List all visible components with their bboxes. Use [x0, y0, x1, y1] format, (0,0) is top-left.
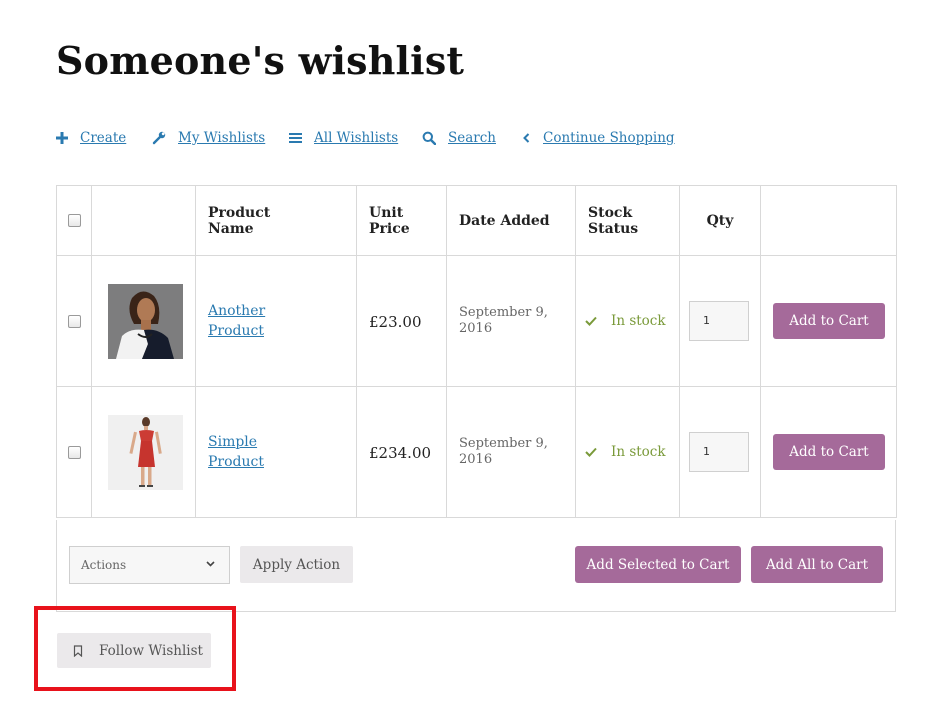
nav-search-link[interactable]: Search: [448, 130, 496, 146]
stock-status: In stock: [576, 444, 679, 460]
row-checkbox[interactable]: [67, 314, 81, 328]
wishlist-table: Product Name Unit Price Date Added Stock…: [56, 185, 897, 518]
wrench-icon: [152, 131, 166, 145]
product-name-cell: Simple Product: [195, 386, 357, 518]
actions-header: [760, 185, 897, 256]
table-row: Simple Product £234.00 September 9, 2016…: [56, 386, 897, 518]
product-thumbnail-image[interactable]: [108, 283, 183, 359]
stock-status-text: In stock: [611, 444, 666, 460]
quantity-input[interactable]: 1: [689, 301, 749, 341]
checkmark-icon: [585, 447, 597, 457]
quantity-input[interactable]: 1: [689, 432, 749, 472]
nav-continue-shopping-link[interactable]: Continue Shopping: [543, 130, 675, 146]
qty-cell: 1: [679, 255, 761, 387]
search-icon: [422, 131, 436, 145]
product-thumbnail-image[interactable]: [108, 414, 183, 490]
row-select-cell: [56, 255, 92, 387]
nav-all-wishlists-link[interactable]: All Wishlists: [314, 130, 398, 146]
nav-search[interactable]: Search: [422, 130, 496, 146]
chevron-left-icon: [523, 133, 530, 143]
stock-status-text: In stock: [611, 313, 666, 329]
nav-all-wishlists[interactable]: All Wishlists: [289, 130, 398, 146]
nav-my-wishlists[interactable]: My Wishlists: [152, 130, 265, 146]
actions-select[interactable]: Actions: [69, 546, 230, 584]
date-added-header: Date Added: [446, 185, 576, 256]
nav-continue-shopping[interactable]: Continue Shopping: [522, 130, 675, 146]
date-added: September 9, 2016: [459, 436, 548, 467]
date-added: September 9, 2016: [459, 305, 548, 336]
unit-price-cell: £23.00: [356, 255, 447, 387]
chevron-down-icon: [206, 561, 215, 567]
plus-icon: [56, 132, 68, 144]
select-all-checkbox[interactable]: [67, 214, 81, 227]
follow-wishlist-label: Follow Wishlist: [99, 642, 203, 659]
product-name-cell: Another Product: [195, 255, 357, 387]
stock-status-header: Stock Status: [575, 185, 680, 256]
unit-price-header: Unit Price: [356, 185, 447, 256]
stock-status-header-label: Stock Status: [588, 204, 639, 237]
thumbnail-header: [91, 185, 196, 256]
add-to-cart-cell: Add to Cart: [760, 386, 897, 518]
product-name-link[interactable]: Another Product: [208, 301, 288, 341]
date-added-cell: September 9, 2016: [446, 386, 576, 518]
unit-price-header-label: Unit Price: [369, 204, 410, 237]
nav-create[interactable]: Create: [56, 130, 126, 146]
nav-create-link[interactable]: Create: [80, 130, 126, 146]
thumbnail-cell: [91, 255, 196, 387]
select-all-cell: [56, 185, 92, 256]
add-selected-to-cart-button[interactable]: Add Selected to Cart: [575, 546, 741, 583]
unit-price: £234.00: [369, 443, 432, 462]
row-checkbox[interactable]: [67, 445, 81, 459]
add-to-cart-button[interactable]: Add to Cart: [773, 434, 885, 470]
stock-status: In stock: [576, 313, 679, 329]
add-all-to-cart-button[interactable]: Add All to Cart: [751, 546, 883, 583]
apply-action-button[interactable]: Apply Action: [240, 546, 353, 583]
unit-price-cell: £234.00: [356, 386, 447, 518]
bookmark-icon: [73, 644, 83, 657]
product-name-header: Product Name: [195, 185, 357, 256]
qty-cell: 1: [679, 386, 761, 518]
stock-status-cell: In stock: [575, 386, 680, 518]
add-to-cart-cell: Add to Cart: [760, 255, 897, 387]
date-added-cell: September 9, 2016: [446, 255, 576, 387]
qty-header: Qty: [679, 185, 761, 256]
qty-header-label: Qty: [706, 212, 734, 229]
product-name-header-label: Product Name: [208, 204, 271, 237]
stock-status-cell: In stock: [575, 255, 680, 387]
unit-price: £23.00: [369, 312, 422, 331]
table-footer: Actions Apply Action Add Selected to Car…: [56, 520, 896, 612]
checkmark-icon: [585, 316, 597, 326]
nav-my-wishlists-link[interactable]: My Wishlists: [178, 130, 265, 146]
actions-select-value: Actions: [81, 558, 127, 572]
thumbnail-cell: [91, 386, 196, 518]
list-icon: [289, 133, 302, 143]
table-row: Another Product £23.00 September 9, 2016…: [56, 255, 897, 387]
row-select-cell: [56, 386, 92, 518]
follow-wishlist-button[interactable]: Follow Wishlist: [57, 633, 211, 668]
product-name-link[interactable]: Simple Product: [208, 432, 288, 472]
page-title: Someone's wishlist: [56, 38, 465, 83]
table-header-row: Product Name Unit Price Date Added Stock…: [56, 185, 897, 256]
date-added-header-label: Date Added: [459, 212, 550, 229]
add-to-cart-button[interactable]: Add to Cart: [773, 303, 885, 339]
